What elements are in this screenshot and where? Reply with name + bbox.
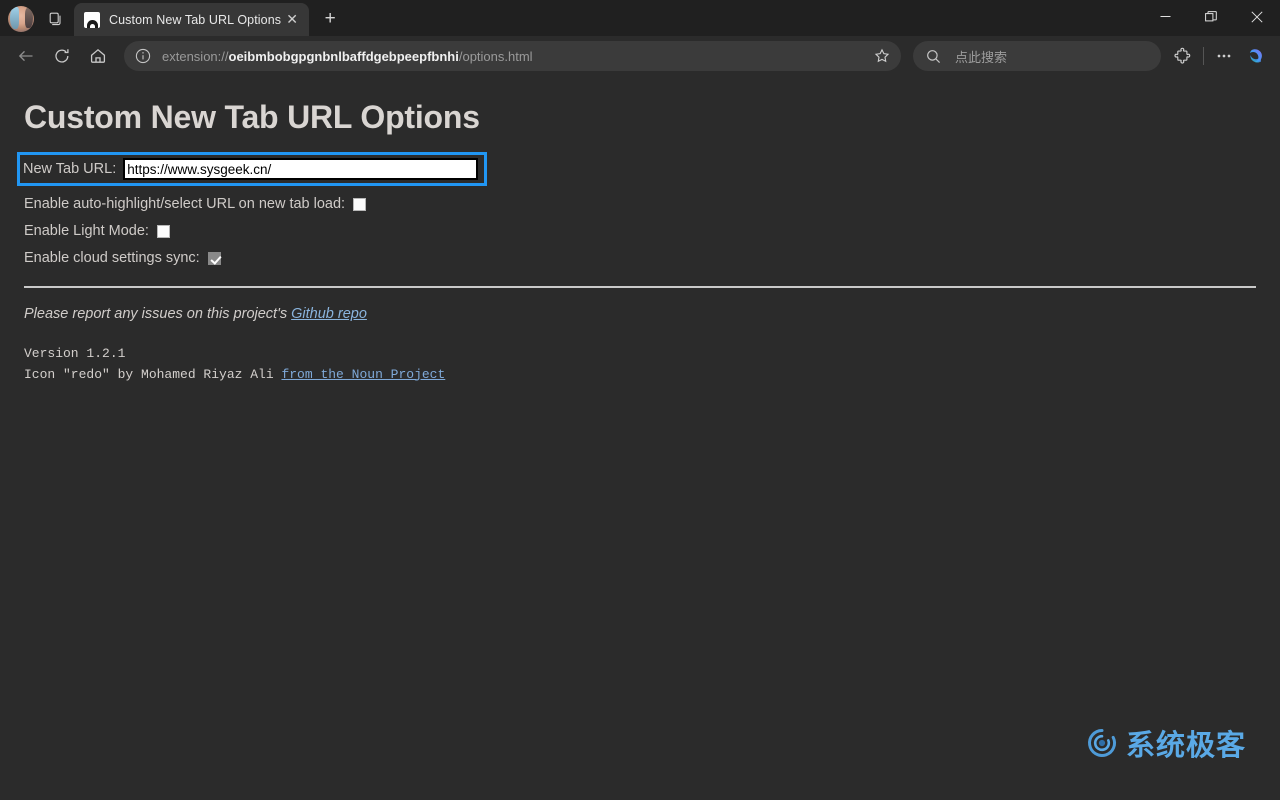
- github-repo-link[interactable]: Github repo: [291, 306, 367, 322]
- window-controls: [1142, 0, 1280, 33]
- address-bar[interactable]: extension://oeibmbobgpgnbnlbaffdgebpeepf…: [124, 41, 901, 71]
- sysgeek-swirl-logo: [1088, 729, 1116, 757]
- extensions-puzzle-icon[interactable]: [1167, 40, 1199, 72]
- cloud-sync-checkbox[interactable]: [207, 251, 221, 265]
- auto-highlight-label: Enable auto-highlight/select URL on new …: [24, 196, 346, 213]
- back-arrow-icon[interactable]: [10, 40, 42, 72]
- noun-project-link[interactable]: from the Noun Project: [281, 367, 445, 382]
- extension-arch-icon: [84, 11, 100, 28]
- restore-button[interactable]: [1188, 0, 1234, 33]
- tab-title: Custom New Tab URL Options: [109, 12, 282, 27]
- version-text: Version 1.2.1: [24, 346, 126, 362]
- light-mode-label: Enable Light Mode:: [24, 223, 149, 240]
- sysgeek-watermark: 系统极客: [1086, 722, 1246, 764]
- url-path: /options.html: [458, 48, 533, 64]
- cloud-sync-label: Enable cloud settings sync:: [24, 250, 200, 267]
- more-options-icon[interactable]: [1208, 40, 1240, 72]
- section-divider: [24, 286, 1256, 289]
- search-icon: [923, 46, 943, 66]
- option-row-light-mode[interactable]: Enable Light Mode:: [24, 223, 1256, 239]
- toolbar-separator: [1203, 47, 1204, 65]
- search-placeholder: 点此搜索: [955, 49, 1008, 65]
- info-circle-icon[interactable]: [132, 45, 154, 67]
- option-row-cloud-sync[interactable]: Enable cloud settings sync:: [24, 250, 1256, 266]
- light-mode-checkbox[interactable]: [156, 224, 170, 238]
- report-issues-text: Please report any issues on this project…: [24, 306, 288, 323]
- version-credits-block: Version 1.2.1 Icon "redo" by Mohamed Riy…: [24, 344, 1256, 384]
- new-tab-button[interactable]: +: [315, 5, 345, 33]
- close-button[interactable]: [1234, 0, 1280, 33]
- browser-toolbar: extension://oeibmbobgpgnbnlbaffdgebpeepf…: [0, 36, 1280, 76]
- page-content: Custom New Tab URL Options New Tab URL: …: [0, 76, 1280, 800]
- url-scheme: extension://: [162, 48, 229, 64]
- home-icon[interactable]: [82, 40, 114, 72]
- report-issues-line: Please report any issues on this project…: [24, 306, 1256, 322]
- auto-highlight-checkbox[interactable]: [353, 197, 367, 211]
- watermark-text: 系统极客: [1125, 728, 1246, 762]
- icon-credit-text: Icon "redo" by Mohamed Riyaz Ali: [24, 366, 274, 382]
- tab-close-button[interactable]: ✕: [281, 9, 303, 31]
- title-bar: Custom New Tab URL Options ✕ +: [0, 0, 1280, 36]
- browser-window: Custom New Tab URL Options ✕ + extension…: [0, 0, 1280, 800]
- new-tab-url-input[interactable]: [123, 158, 479, 181]
- copilot-icon[interactable]: [1244, 43, 1270, 69]
- search-box[interactable]: 点此搜索: [913, 41, 1161, 71]
- favorite-star-icon[interactable]: [869, 43, 895, 69]
- address-url-text[interactable]: extension://oeibmbobgpgnbnlbaffdgebpeepf…: [154, 49, 869, 64]
- refresh-icon[interactable]: [46, 40, 78, 72]
- minimize-button[interactable]: [1142, 0, 1188, 33]
- tab-search-icon[interactable]: [40, 5, 70, 33]
- new-tab-url-row[interactable]: New Tab URL:: [17, 152, 488, 187]
- option-row-auto-highlight[interactable]: Enable auto-highlight/select URL on new …: [24, 196, 1256, 212]
- page-title: Custom New Tab URL Options: [24, 99, 480, 135]
- url-host: oeibmbobgpgnbnlbaffdgebpeepfbnhi: [228, 48, 459, 64]
- profile-avatar[interactable]: [8, 6, 34, 32]
- toolbar-right-group: [1167, 40, 1270, 72]
- new-tab-url-label: New Tab URL:: [23, 161, 117, 178]
- icon-credit-line: Icon "redo" by Mohamed Riyaz Ali from th…: [24, 365, 1256, 385]
- browser-tab[interactable]: Custom New Tab URL Options ✕: [74, 3, 310, 36]
